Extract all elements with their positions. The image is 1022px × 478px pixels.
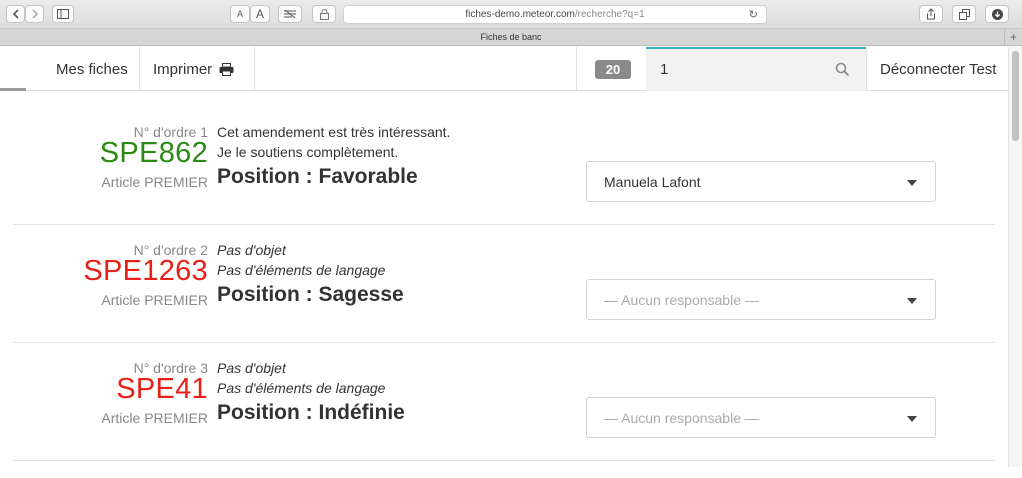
nav-divider	[576, 47, 577, 91]
tab-bar: Fiches de banc +	[0, 29, 1022, 46]
caret-down-icon	[907, 180, 917, 186]
nav-divider	[254, 47, 255, 91]
comment-line-2: Je le soutiens complètement.	[217, 144, 399, 160]
comment-line-1: Pas d'objet	[217, 360, 286, 376]
logout-link[interactable]: Déconnecter Test	[880, 47, 996, 91]
responsable-select[interactable]: — Aucun responsable —	[586, 279, 936, 320]
font-smaller-button[interactable]: A	[230, 5, 250, 23]
nav-divider	[866, 47, 867, 91]
comment-line-2: Pas d'éléments de langage	[217, 380, 386, 396]
nav-mes-fiches-label: Mes fiches	[56, 60, 128, 78]
search-input[interactable]: 1	[646, 47, 866, 91]
reload-icon[interactable]: ↻	[749, 8, 758, 21]
position-heading: Position : Sagesse	[217, 283, 404, 306]
sidebar-button[interactable]	[52, 5, 74, 23]
browser-toolbar: A A fiches-demo.meteor.com/recherche?q=1…	[0, 0, 1022, 29]
row-divider	[13, 460, 995, 461]
position-heading: Position : Favorable	[217, 165, 418, 188]
amendment-number[interactable]: SPE1263	[83, 255, 208, 288]
row-divider	[13, 224, 995, 225]
printer-icon	[219, 62, 234, 76]
font-larger-button[interactable]: A	[250, 5, 270, 23]
article-label: Article PREMIER	[101, 292, 208, 308]
active-nav-indicator	[0, 88, 26, 91]
responsable-value: — Aucun responsable —	[604, 410, 759, 426]
vertical-scrollbar[interactable]	[1008, 47, 1022, 467]
row-divider	[13, 342, 995, 343]
share-icon	[927, 8, 935, 20]
responsable-value: — Aucun responsable —	[604, 292, 759, 308]
tabs-icon	[958, 8, 970, 20]
lock-icon	[319, 8, 329, 20]
forward-button[interactable]	[25, 5, 44, 23]
share-button[interactable]	[919, 5, 943, 23]
font-smaller-label: A	[236, 9, 243, 19]
position-heading: Position : Indéfinie	[217, 401, 405, 424]
comment-line-1: Cet amendement est très intéressant.	[217, 124, 451, 140]
caret-down-icon	[907, 416, 917, 422]
logout-label: Déconnecter Test	[880, 60, 997, 78]
caret-down-icon	[907, 298, 917, 304]
app-navbar: Mes fiches Imprimer 20 1 Déconnecter Tes…	[0, 47, 1008, 91]
responsable-value: Manuela Lafont	[604, 174, 701, 190]
responsable-select[interactable]: — Aucun responsable —	[586, 397, 936, 438]
chevron-right-icon	[31, 9, 38, 19]
url-path: /recherche?q=1	[574, 9, 645, 20]
comment-line-2: Pas d'éléments de langage	[217, 262, 386, 278]
nav-imprimer-label: Imprimer	[153, 60, 213, 78]
search-value: 1	[660, 61, 669, 78]
scrollbar-thumb[interactable]	[1012, 51, 1019, 141]
font-larger-label: A	[255, 7, 264, 21]
tab-title[interactable]: Fiches de banc	[480, 32, 541, 42]
chevron-left-icon	[12, 9, 19, 19]
plus-icon: +	[1009, 30, 1017, 44]
sidebar-icon	[57, 9, 69, 19]
reader-button[interactable]	[278, 5, 302, 23]
tabs-button[interactable]	[952, 5, 976, 23]
article-label: Article PREMIER	[101, 410, 208, 426]
result-count-badge: 20	[595, 60, 631, 79]
url-host: fiches-demo.meteor.com	[465, 9, 575, 20]
download-icon	[991, 8, 1003, 20]
nav-divider	[139, 47, 140, 91]
new-tab-button[interactable]: +	[1004, 29, 1022, 45]
responsable-select[interactable]: Manuela Lafont	[586, 161, 936, 202]
nav-imprimer[interactable]: Imprimer	[153, 47, 234, 91]
amendment-number[interactable]: SPE862	[100, 137, 208, 170]
address-bar[interactable]: fiches-demo.meteor.com/recherche?q=1 ↻	[343, 5, 767, 24]
amendment-number[interactable]: SPE41	[116, 373, 208, 406]
search-icon[interactable]	[835, 62, 850, 77]
nav-mes-fiches[interactable]: Mes fiches	[56, 47, 128, 91]
article-label: Article PREMIER	[101, 174, 208, 190]
privacy-button[interactable]	[312, 5, 336, 23]
reader-icon	[284, 9, 296, 19]
downloads-button[interactable]	[985, 5, 1009, 23]
back-button[interactable]	[6, 5, 25, 23]
comment-line-1: Pas d'objet	[217, 242, 286, 258]
